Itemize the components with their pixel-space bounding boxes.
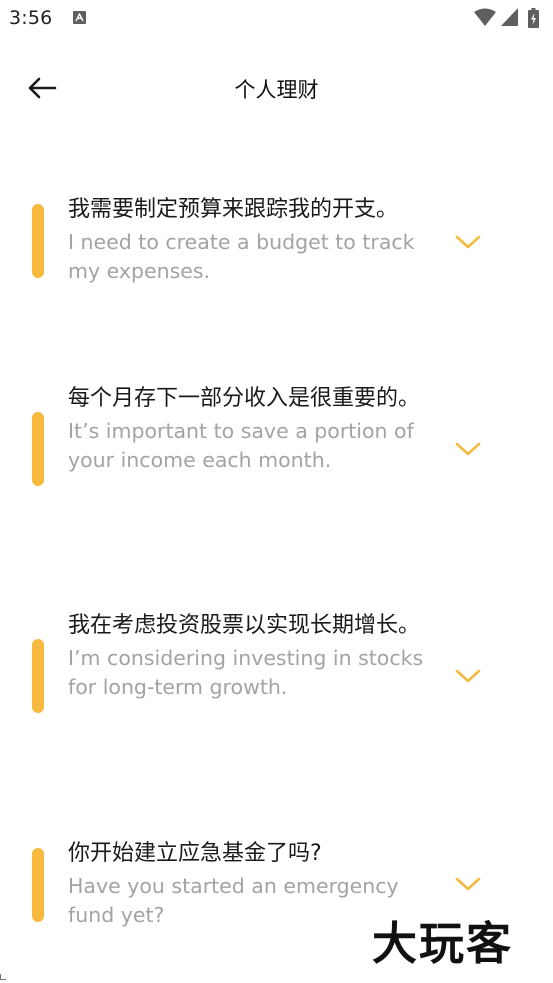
battery-charging-icon xyxy=(528,8,539,32)
accent-bar xyxy=(32,412,44,486)
phrase-item-3[interactable]: 我在考虑投资股票以实现长期增长。 I’m considering investi… xyxy=(0,607,553,757)
app-bar: 个人理财 xyxy=(0,60,553,116)
phrase-text: 每个月存下一部分收入是很重要的。 It’s important to save … xyxy=(68,381,440,474)
phrase-item-2[interactable]: 每个月存下一部分收入是很重要的。 It’s important to save … xyxy=(0,380,553,530)
watermark-logo: 大玩客 xyxy=(372,917,514,970)
phrase-text: 我在考虑投资股票以实现长期增长。 I’m considering investi… xyxy=(68,608,440,701)
phrase-chinese: 你开始建立应急基金了吗? xyxy=(68,841,322,866)
chevron-down-icon[interactable] xyxy=(454,233,482,251)
accent-bar xyxy=(32,204,44,278)
phrase-english: I’m considering investing in stocks for … xyxy=(68,646,424,699)
phrase-english: I need to create a budget to track my ex… xyxy=(68,230,415,283)
status-bar: 3:56 xyxy=(0,0,553,38)
a-letter-icon xyxy=(75,13,84,22)
phrase-chinese: 我在考虑投资股票以实现长期增长。 xyxy=(68,613,421,638)
accent-bar xyxy=(32,848,44,922)
phrase-chinese: 每个月存下一部分收入是很重要的。 xyxy=(68,386,421,411)
chevron-down-icon[interactable] xyxy=(454,667,482,685)
phrase-item-1[interactable]: 我需要制定预算来跟踪我的开支。 I need to create a budge… xyxy=(0,190,553,300)
notification-icon xyxy=(73,11,86,24)
cell-signal-icon xyxy=(501,8,518,30)
phrase-text: 我需要制定预算来跟踪我的开支。 I need to create a budge… xyxy=(68,192,440,285)
chevron-down-icon[interactable] xyxy=(454,440,482,458)
status-time: 3:56 xyxy=(9,7,53,29)
wifi-icon xyxy=(474,8,496,30)
page-title: 个人理财 xyxy=(234,78,319,102)
accent-bar xyxy=(32,639,44,713)
screen: 3:56 个人理财 我需要制定预算来跟踪我的开支。 I need to crea… xyxy=(0,0,553,983)
chevron-down-icon[interactable] xyxy=(454,875,482,893)
phrase-english: It’s important to save a portion of your… xyxy=(68,419,414,472)
corner-mark xyxy=(0,974,6,980)
phrase-chinese: 我需要制定预算来跟踪我的开支。 xyxy=(68,197,399,222)
